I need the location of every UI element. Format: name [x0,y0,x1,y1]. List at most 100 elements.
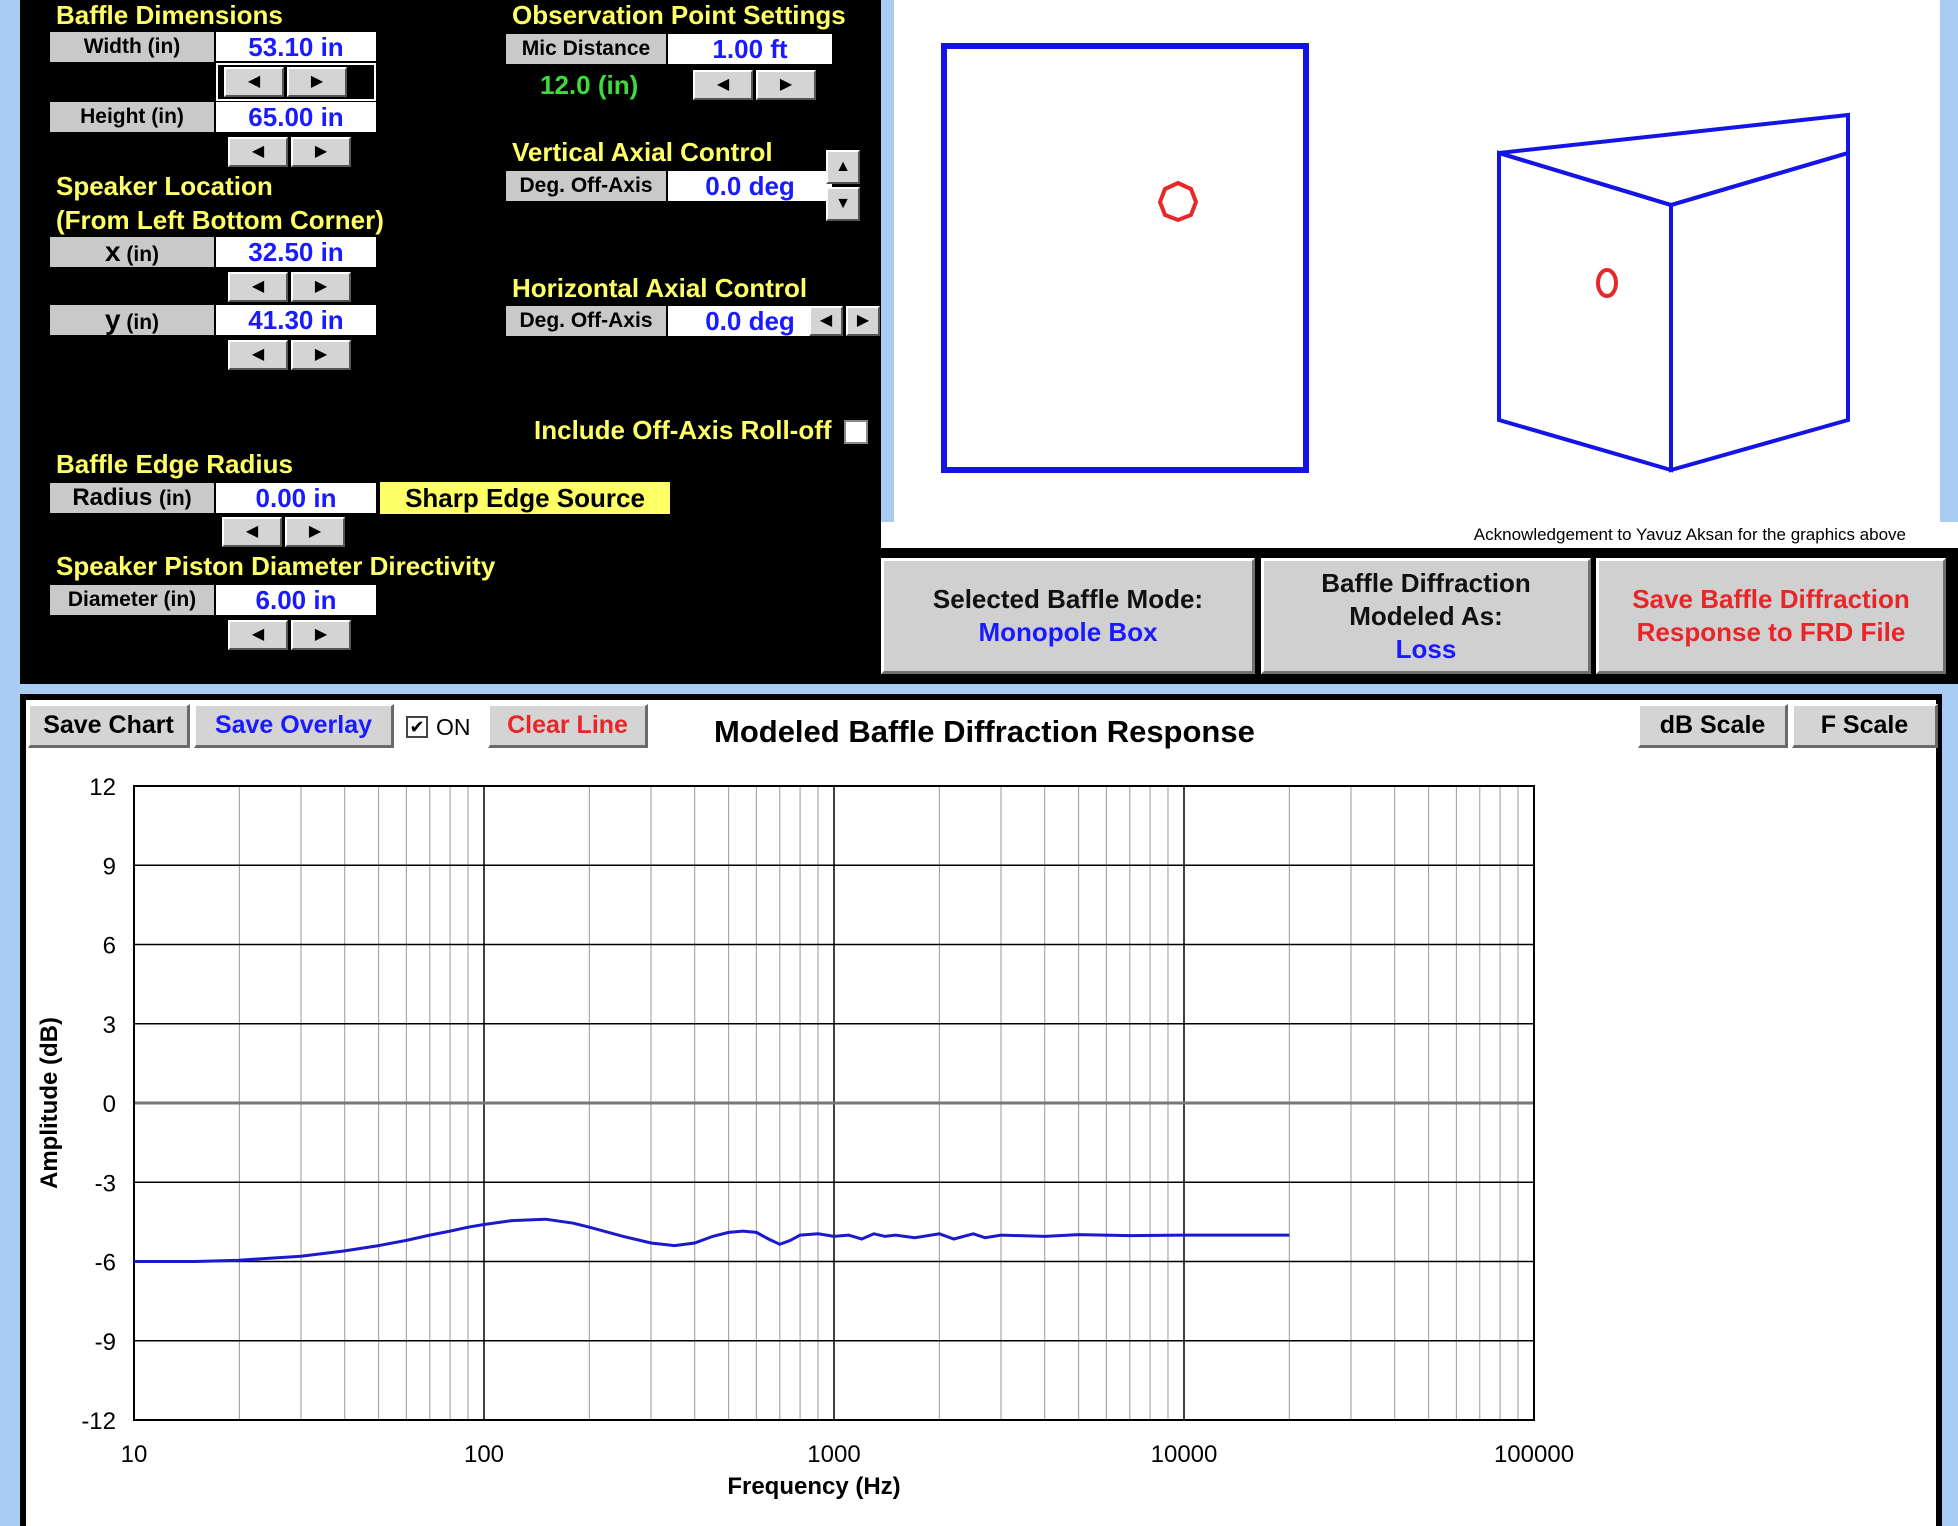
arrow-left-icon[interactable]: ◀ [809,306,843,336]
horizontal-off-axis-label: Deg. Off-Axis [506,306,666,336]
y-tick-label: -12 [81,1408,116,1435]
rolloff-checkbox[interactable] [844,420,868,444]
y-spinner[interactable]: ◀ ▶ [228,340,351,370]
mode-area: Selected Baffle Mode: Monopole Box Baffl… [881,548,1958,684]
save-chart-button[interactable]: Save Chart [28,704,190,748]
x-label: x (in) [50,237,214,267]
arrow-left-icon[interactable]: ◀ [228,340,288,370]
x-field[interactable]: 32.50 in [216,237,376,267]
arrow-left-icon[interactable]: ◀ [228,620,288,650]
selected-mode-key: Selected Baffle Mode: [932,584,1204,614]
arrow-left-icon[interactable]: ◀ [693,70,753,100]
observation-title: Observation Point Settings [512,0,846,30]
arrow-right-icon[interactable]: ▶ [291,340,351,370]
radius-label: Radius (in) [50,483,214,513]
speaker-location-title: Speaker Location [56,171,273,201]
diameter-field[interactable]: 6.00 in [216,585,376,615]
arrow-left-icon[interactable]: ◀ [228,272,288,302]
y-label: y (in) [50,305,214,335]
height-field[interactable]: 65.00 in [216,102,376,132]
radius-label-unit: (in) [159,487,192,510]
y-field[interactable]: 41.30 in [216,305,376,335]
chart-title: Modeled Baffle Diffraction Response [714,714,1255,749]
save-frd-button[interactable]: Save Baffle Diffraction Response to FRD … [1596,558,1946,674]
horizontal-spinner[interactable]: ◀ ▶ [809,306,880,336]
overlay-checkbox[interactable]: ✔ [406,716,428,738]
mic-distance-field[interactable]: 1.00 ft [668,34,832,64]
response-plot: 12 9 6 3 0 -3 -6 -9 -1210 100 1000 10000 100000 Frequ… [36,774,1574,1500]
width-label: Width (in) [50,32,214,62]
edge-radius-title: Baffle Edge Radius [56,449,293,479]
selected-mode-value: Monopole Box [978,617,1158,647]
arrow-right-icon[interactable]: ▶ [285,517,345,547]
modeled-as-key-1: Baffle Diffraction [1321,567,1531,598]
save-frd-line-2: Response to FRD File [1636,617,1906,647]
y-tick-label: -6 [95,1250,116,1277]
x-spinner[interactable]: ◀ ▶ [228,272,351,302]
modeled-as-key-2: Modeled As: [1349,600,1503,631]
x-tick-label: 100 [464,1441,504,1468]
height-spinner[interactable]: ◀ ▶ [228,137,351,167]
acknowledgement-strip: Acknowledgement to Yavuz Aksan for the g… [881,522,1958,548]
arrow-down-icon[interactable]: ▼ [826,187,860,221]
y-tick-label: 9 [103,853,116,880]
height-label: Height (in) [50,102,214,132]
radius-field[interactable]: 0.00 in [216,483,376,513]
arrow-left-icon[interactable]: ◀ [228,137,288,167]
mic-distance-spinner[interactable]: ◀ ▶ [693,70,816,100]
baffle-dimensions-title: Baffle Dimensions [56,0,283,30]
modeled-as-value: Loss [1395,633,1457,664]
y-tick-label: 0 [103,1091,116,1118]
speaker-location-subtitle: (From Left Bottom Corner) [56,205,384,235]
arrow-right-icon[interactable]: ▶ [291,137,351,167]
y-axis-label: Amplitude (dB) [36,1017,63,1189]
sharp-edge-source-badge: Sharp Edge Source [380,482,670,514]
box-speaker-marker [1596,268,1618,298]
save-overlay-button[interactable]: Save Overlay [194,704,394,748]
radius-spinner[interactable]: ◀ ▶ [222,517,345,547]
horizontal-axial-title: Horizontal Axial Control [512,273,808,303]
baffle-graphics [941,43,1850,473]
x-label-letter: x [104,236,121,267]
baffle-graphics-panel [894,0,1940,522]
box-top-face [1498,112,1850,208]
chart-area: 12 9 6 3 0 -3 -6 -9 -12 10 100 1000 10000 100000 Frequ… [26,700,1938,1526]
box-side-face [1669,150,1850,473]
arrow-left-icon[interactable]: ◀ [222,517,282,547]
front-speaker-marker [1157,180,1199,223]
arrow-right-icon[interactable]: ▶ [291,620,351,650]
overlay-on-label: ON [436,714,471,740]
baffle-front-view [941,43,1309,473]
y-tick-label: 12 [89,774,116,801]
width-field[interactable]: 53.10 in [216,32,376,62]
arrow-right-icon[interactable]: ▶ [846,306,880,336]
f-scale-button[interactable]: F Scale [1792,704,1938,748]
x-tick-label: 100000 [1494,1441,1574,1468]
selected-baffle-mode-button[interactable]: Selected Baffle Mode: Monopole Box [881,558,1255,674]
save-frd-line-1: Save Baffle Diffraction [1632,584,1910,614]
y-tick-label: -3 [95,1170,116,1197]
arrow-right-icon[interactable]: ▶ [291,272,351,302]
clear-line-button[interactable]: Clear Line [488,704,648,748]
rolloff-label: Include Off-Axis Roll-off [534,415,832,445]
control-panel: Baffle Dimensions Width (in) 53.10 in ◀ … [20,0,881,684]
arrow-up-icon[interactable]: ▲ [826,150,860,184]
mic-distance-label: Mic Distance [506,34,666,64]
arrow-right-icon[interactable]: ▶ [756,70,816,100]
diffraction-model-button[interactable]: Baffle Diffraction Modeled As: Loss [1261,558,1591,674]
x-tick-label: 1000 [807,1441,860,1468]
horizontal-off-axis-field[interactable]: 0.0 deg [668,306,832,336]
y-tick-label: -9 [95,1329,116,1356]
db-scale-button[interactable]: dB Scale [1638,704,1788,748]
vertical-off-axis-field[interactable]: 0.0 deg [668,171,832,201]
width-spinner[interactable]: ◀ ▶ [224,67,347,97]
diameter-spinner[interactable]: ◀ ▶ [228,620,351,650]
x-tick-label: 10 [121,1441,148,1468]
y-tick-label: 3 [103,1012,116,1039]
arrow-left-icon[interactable]: ◀ [224,67,284,97]
radius-label-word: Radius [72,484,153,511]
arrow-right-icon[interactable]: ▶ [287,67,347,97]
x-axis-label: Frequency (Hz) [727,1473,900,1500]
vertical-spinner[interactable]: ▲ ▼ [826,150,860,221]
y-label-unit: (in) [126,311,160,334]
